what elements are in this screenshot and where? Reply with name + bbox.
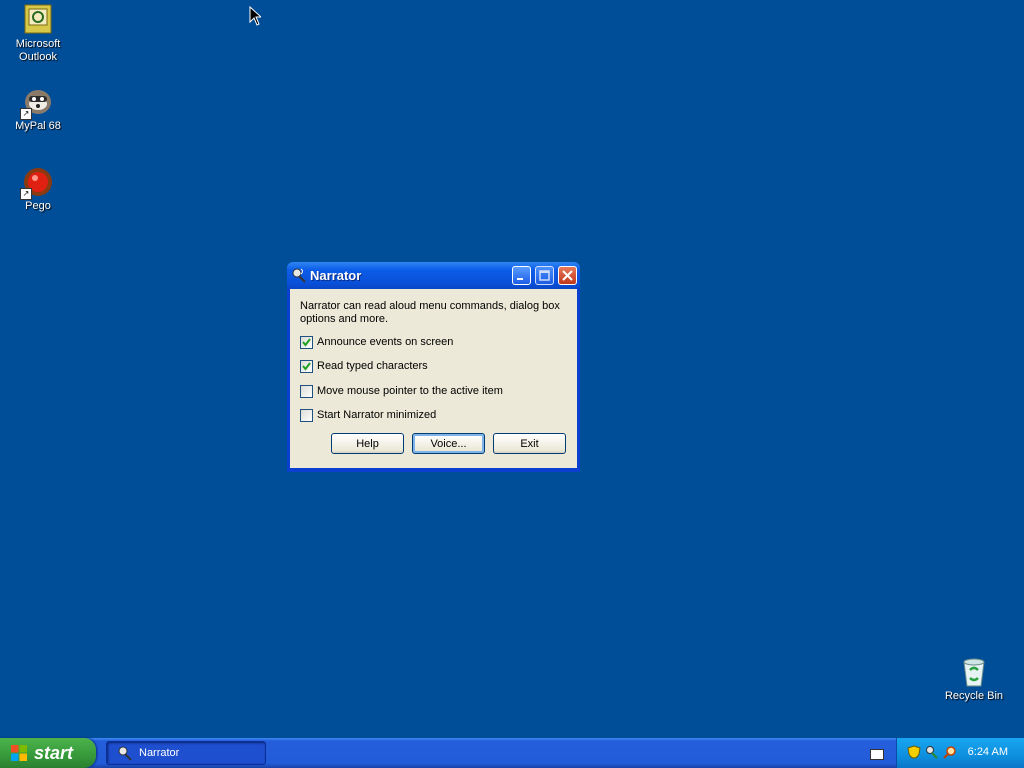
window-title: Narrator bbox=[310, 268, 362, 283]
recycle-bin-icon bbox=[958, 656, 990, 688]
option-label: Announce events on screen bbox=[317, 336, 454, 348]
clock[interactable]: 6:24 AM bbox=[968, 746, 1008, 758]
narrator-tray-icon[interactable] bbox=[925, 745, 939, 759]
desktop-icon-pego[interactable]: ↗ Pego bbox=[0, 166, 76, 213]
desktop-icon-mypal[interactable]: ↗ MyPal 68 bbox=[0, 86, 76, 133]
start-button[interactable]: start bbox=[0, 738, 96, 768]
security-shield-icon[interactable] bbox=[907, 745, 921, 759]
narrator-app-icon bbox=[291, 267, 307, 283]
option-label: Move mouse pointer to the active item bbox=[317, 385, 503, 397]
taskbar-item-narrator[interactable]: Narrator bbox=[106, 741, 266, 765]
minimize-icon bbox=[517, 278, 523, 280]
system-tray: 6:24 AM bbox=[896, 738, 1024, 768]
narrator-window: Narrator Narrator can read aloud menu co… bbox=[287, 262, 580, 472]
outlook-icon bbox=[22, 4, 54, 36]
announce-events-checkbox[interactable] bbox=[300, 335, 313, 349]
checkmark-icon bbox=[302, 361, 311, 371]
desktop-icon-label: MyPal 68 bbox=[15, 120, 61, 132]
taskbar-item-label: Narrator bbox=[139, 747, 180, 759]
option-announce-events[interactable]: Announce events on screen bbox=[300, 334, 453, 350]
option-read-typed[interactable]: Read typed characters bbox=[300, 358, 428, 374]
move-pointer-checkbox[interactable] bbox=[300, 384, 313, 398]
maximize-button[interactable] bbox=[535, 266, 554, 285]
option-move-pointer[interactable]: Move mouse pointer to the active item bbox=[300, 383, 503, 399]
maximize-icon bbox=[539, 270, 550, 281]
title-bar[interactable]: Narrator bbox=[287, 262, 580, 289]
narrator-app-icon bbox=[118, 746, 132, 761]
mouse-cursor-icon bbox=[249, 5, 263, 29]
desktop-icon-label: Microsoft Outlook bbox=[15, 38, 61, 63]
exit-button[interactable]: Exit bbox=[493, 433, 566, 454]
taskbar: start Narrator 6:24 AM bbox=[0, 738, 1024, 768]
read-typed-checkbox[interactable] bbox=[300, 359, 313, 373]
start-minimized-checkbox[interactable] bbox=[300, 408, 313, 422]
help-button[interactable]: Help bbox=[331, 433, 404, 454]
shortcut-arrow-icon: ↗ bbox=[20, 108, 32, 120]
desktop-icon-label: Recycle Bin bbox=[944, 690, 1004, 702]
close-icon bbox=[562, 270, 573, 281]
option-start-minimized[interactable]: Start Narrator minimized bbox=[300, 407, 436, 423]
start-label: start bbox=[34, 742, 74, 763]
pego-icon: ↗ bbox=[20, 166, 54, 200]
desktop-icon-recycle-bin[interactable]: Recycle Bin bbox=[936, 656, 1012, 703]
minimize-button[interactable] bbox=[512, 266, 531, 285]
option-label: Start Narrator minimized bbox=[317, 409, 437, 421]
mypal-icon: ↗ bbox=[20, 86, 54, 120]
voice-button[interactable]: Voice... bbox=[412, 433, 485, 454]
close-button[interactable] bbox=[558, 266, 577, 285]
option-label: Read typed characters bbox=[317, 360, 428, 372]
checkmark-icon bbox=[302, 337, 311, 347]
narrator-description: Narrator can read aloud menu commands, d… bbox=[300, 300, 560, 325]
desktop-icon-outlook[interactable]: Microsoft Outlook bbox=[0, 4, 76, 64]
shortcut-arrow-icon: ↗ bbox=[20, 188, 32, 200]
windows-logo-icon bbox=[11, 745, 27, 761]
keyboard-language-icon[interactable] bbox=[870, 749, 884, 760]
desktop-icon-label: Pego bbox=[25, 200, 51, 212]
magnifier-icon[interactable] bbox=[943, 745, 957, 759]
